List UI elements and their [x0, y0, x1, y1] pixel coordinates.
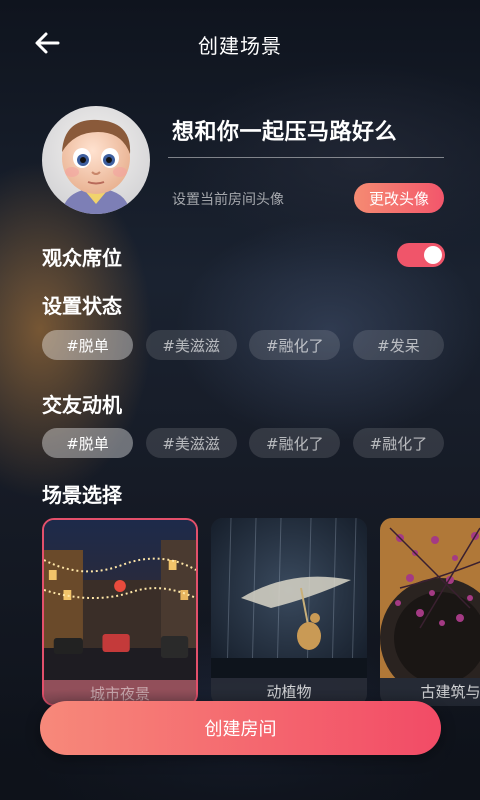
- create-room-button[interactable]: 创建房间: [40, 701, 441, 755]
- scene-section-title: 场景选择: [42, 483, 122, 507]
- animals-plants-image: [211, 518, 367, 678]
- motive-tag-chip[interactable]: #融化了: [249, 428, 341, 458]
- status-section-title: 设置状态: [42, 294, 122, 318]
- scene-carousel[interactable]: 城市夜景 动植物: [42, 518, 480, 708]
- motive-section-title: 交友动机: [42, 393, 122, 417]
- toggle-knob: [424, 246, 442, 264]
- motive-tag-chip[interactable]: #脱单: [42, 428, 133, 458]
- ancient-architecture-image: [380, 518, 480, 678]
- status-tag-chip[interactable]: #融化了: [249, 330, 341, 360]
- audience-seat-label: 观众席位: [42, 246, 122, 270]
- room-avatar[interactable]: [42, 106, 150, 214]
- room-name-input[interactable]: 想和你一起压马路好么: [172, 114, 397, 146]
- motive-tag-chip[interactable]: #融化了: [352, 428, 444, 458]
- scene-card-city-night[interactable]: 城市夜景: [42, 518, 198, 706]
- room-name-underline: [168, 157, 444, 158]
- change-avatar-button[interactable]: 更改头像: [354, 183, 444, 213]
- city-night-image: [44, 520, 196, 680]
- status-tag-row: #脱单 #美滋滋 #融化了 #发呆: [42, 330, 444, 360]
- scene-card-animals-plants[interactable]: 动植物: [211, 518, 367, 706]
- status-tag-chip[interactable]: #发呆: [352, 330, 444, 360]
- status-tag-chip[interactable]: #脱单: [42, 330, 133, 360]
- audience-seat-toggle[interactable]: [397, 243, 445, 267]
- motive-tag-row: #脱单 #美滋滋 #融化了 #融化了: [42, 428, 444, 458]
- motive-tag-chip[interactable]: #美滋滋: [145, 428, 237, 458]
- scene-card-ancient-architecture[interactable]: 古建筑与风: [380, 518, 480, 706]
- page-title: 创建场景: [198, 34, 282, 58]
- avatar-hint-text: 设置当前房间头像: [172, 192, 284, 208]
- avatar-image: [42, 106, 150, 214]
- status-tag-chip[interactable]: #美滋滋: [145, 330, 237, 360]
